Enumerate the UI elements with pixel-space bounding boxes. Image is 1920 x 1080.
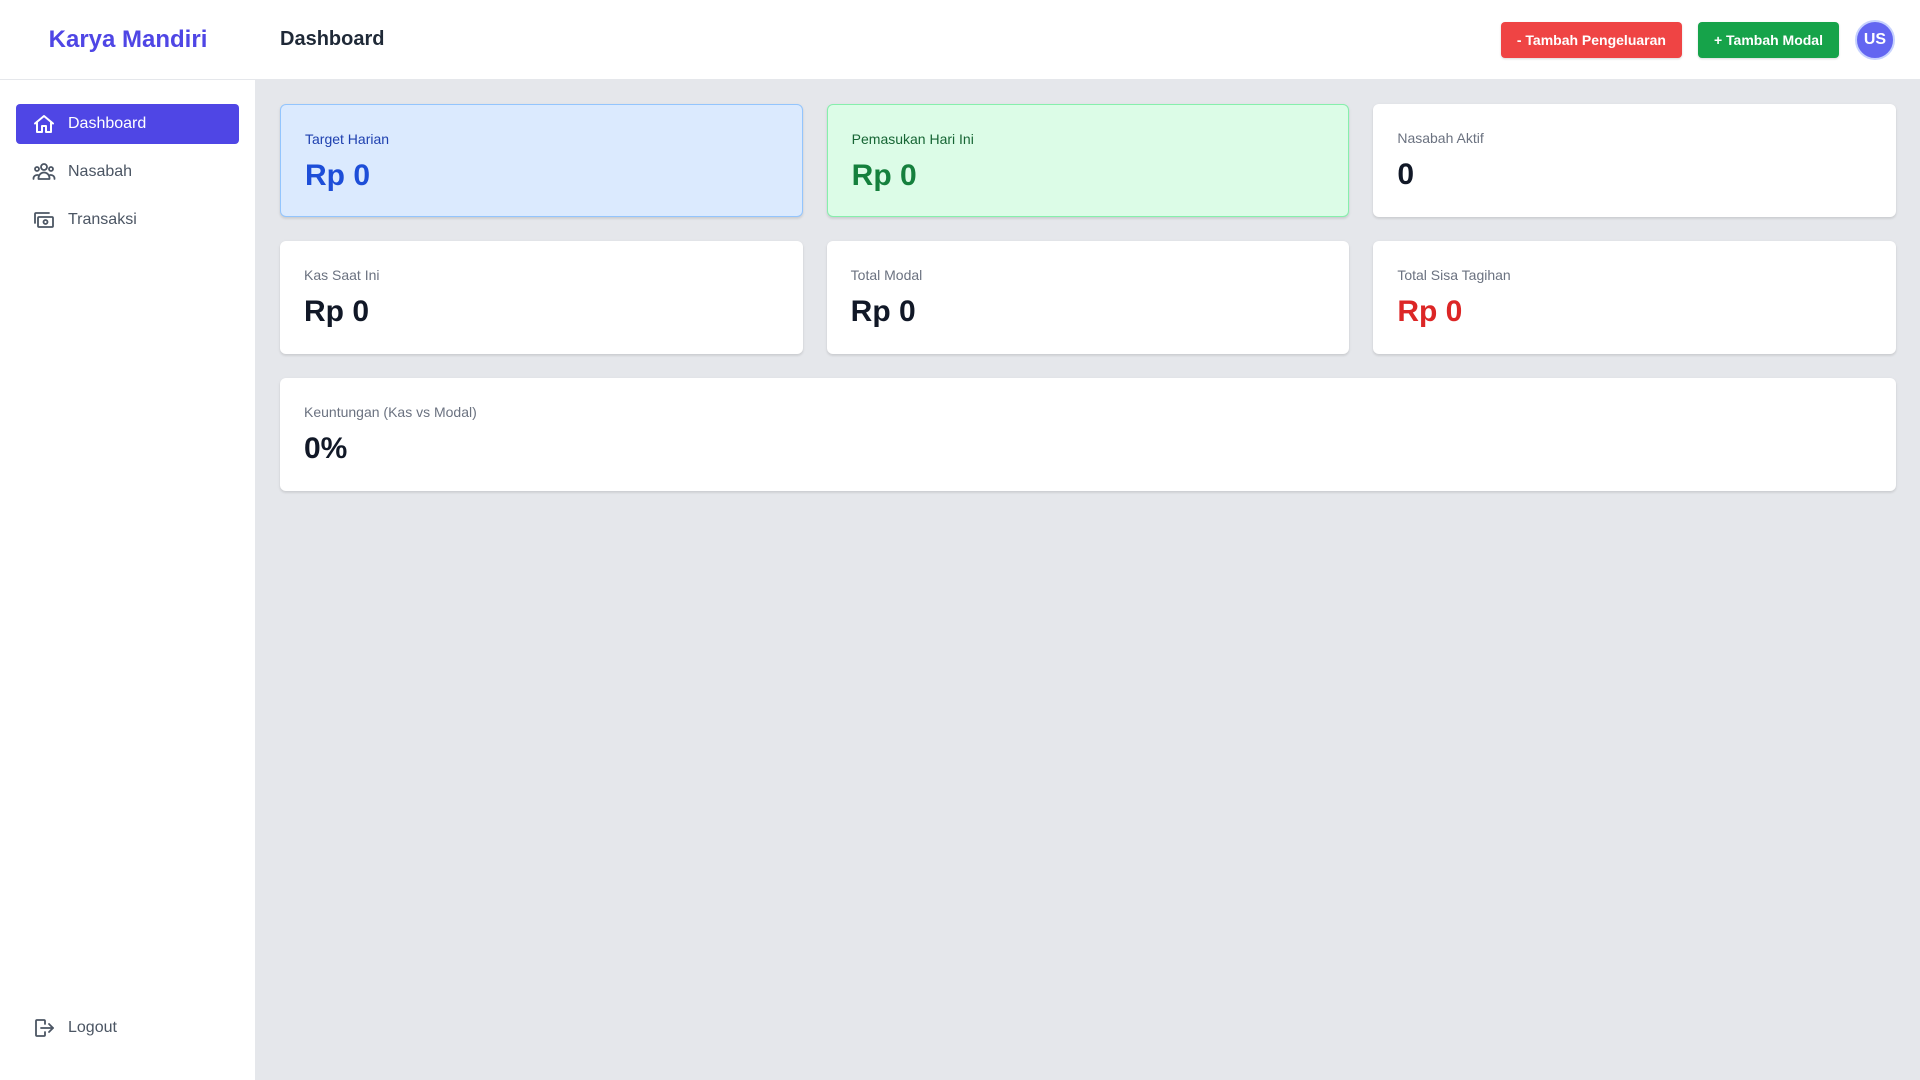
stat-card-nasabah-aktif: Nasabah Aktif 0: [1373, 104, 1896, 217]
sidebar-item-transaksi[interactable]: Transaksi: [16, 200, 239, 240]
stat-value: 0: [1397, 158, 1415, 191]
logout-icon: [32, 1016, 56, 1040]
add-expense-button[interactable]: - Tambah Pengeluaran: [1500, 21, 1682, 58]
sidebar-item-label: Dashboard: [68, 115, 147, 132]
stat-card-kas: Kas Saat Ini Rp 0: [280, 241, 803, 354]
stat-label: Kas Saat Ini: [304, 267, 380, 283]
cash-icon: [32, 208, 56, 232]
stat-card-total-modal: Total Modal Rp 0: [826, 241, 1350, 354]
main-content: Target Harian Rp 0 Pemasukan Hari Ini Rp…: [280, 104, 1896, 491]
stat-value: Rp 0: [304, 295, 370, 328]
stat-value: Rp 0: [1397, 295, 1463, 328]
stat-label: Pemasukan Hari Ini: [851, 131, 974, 147]
users-icon: [32, 160, 56, 184]
stat-value: Rp 0: [305, 159, 371, 192]
stat-value: Rp 0: [850, 295, 916, 328]
stat-value: Rp 0: [851, 159, 917, 192]
stat-label: Keuntungan (Kas vs Modal): [304, 404, 477, 420]
page-title: Dashboard: [280, 28, 385, 50]
app-brand[interactable]: Karya Mandiri: [0, 26, 256, 54]
sidebar-item-label: Nasabah: [68, 163, 133, 180]
sidebar-nav: Dashboard Nasabah Transaksi: [0, 80, 255, 240]
stat-label: Total Modal: [850, 267, 923, 283]
logout-label: Logout: [68, 1019, 117, 1036]
stat-card-keuntungan: Keuntungan (Kas vs Modal) 0%: [280, 378, 1896, 491]
stat-label: Total Sisa Tagihan: [1397, 267, 1511, 283]
logout-button[interactable]: Logout: [16, 1008, 239, 1048]
sidebar-item-dashboard[interactable]: Dashboard: [16, 104, 239, 144]
sidebar: Dashboard Nasabah Transaksi Logout: [0, 80, 256, 1080]
stat-card-sisa-tagihan: Total Sisa Tagihan Rp 0: [1373, 241, 1896, 354]
add-capital-button[interactable]: + Tambah Modal: [1697, 21, 1839, 58]
top-header: Karya Mandiri Dashboard - Tambah Pengelu…: [0, 0, 1920, 80]
header-actions: - Tambah Pengeluaran + Tambah Modal US: [1500, 19, 1895, 60]
sidebar-item-nasabah[interactable]: Nasabah: [16, 152, 239, 192]
stat-label: Nasabah Aktif: [1397, 130, 1484, 146]
sidebar-item-label: Transaksi: [68, 211, 137, 228]
stat-card-pemasukan: Pemasukan Hari Ini Rp 0: [826, 104, 1350, 217]
stat-value: 0%: [304, 432, 348, 465]
home-icon: [32, 112, 56, 136]
stat-card-target-harian: Target Harian Rp 0: [280, 104, 803, 217]
user-avatar[interactable]: US: [1855, 19, 1895, 60]
stat-label: Target Harian: [305, 131, 390, 147]
stats-grid: Target Harian Rp 0 Pemasukan Hari Ini Rp…: [280, 104, 1896, 491]
